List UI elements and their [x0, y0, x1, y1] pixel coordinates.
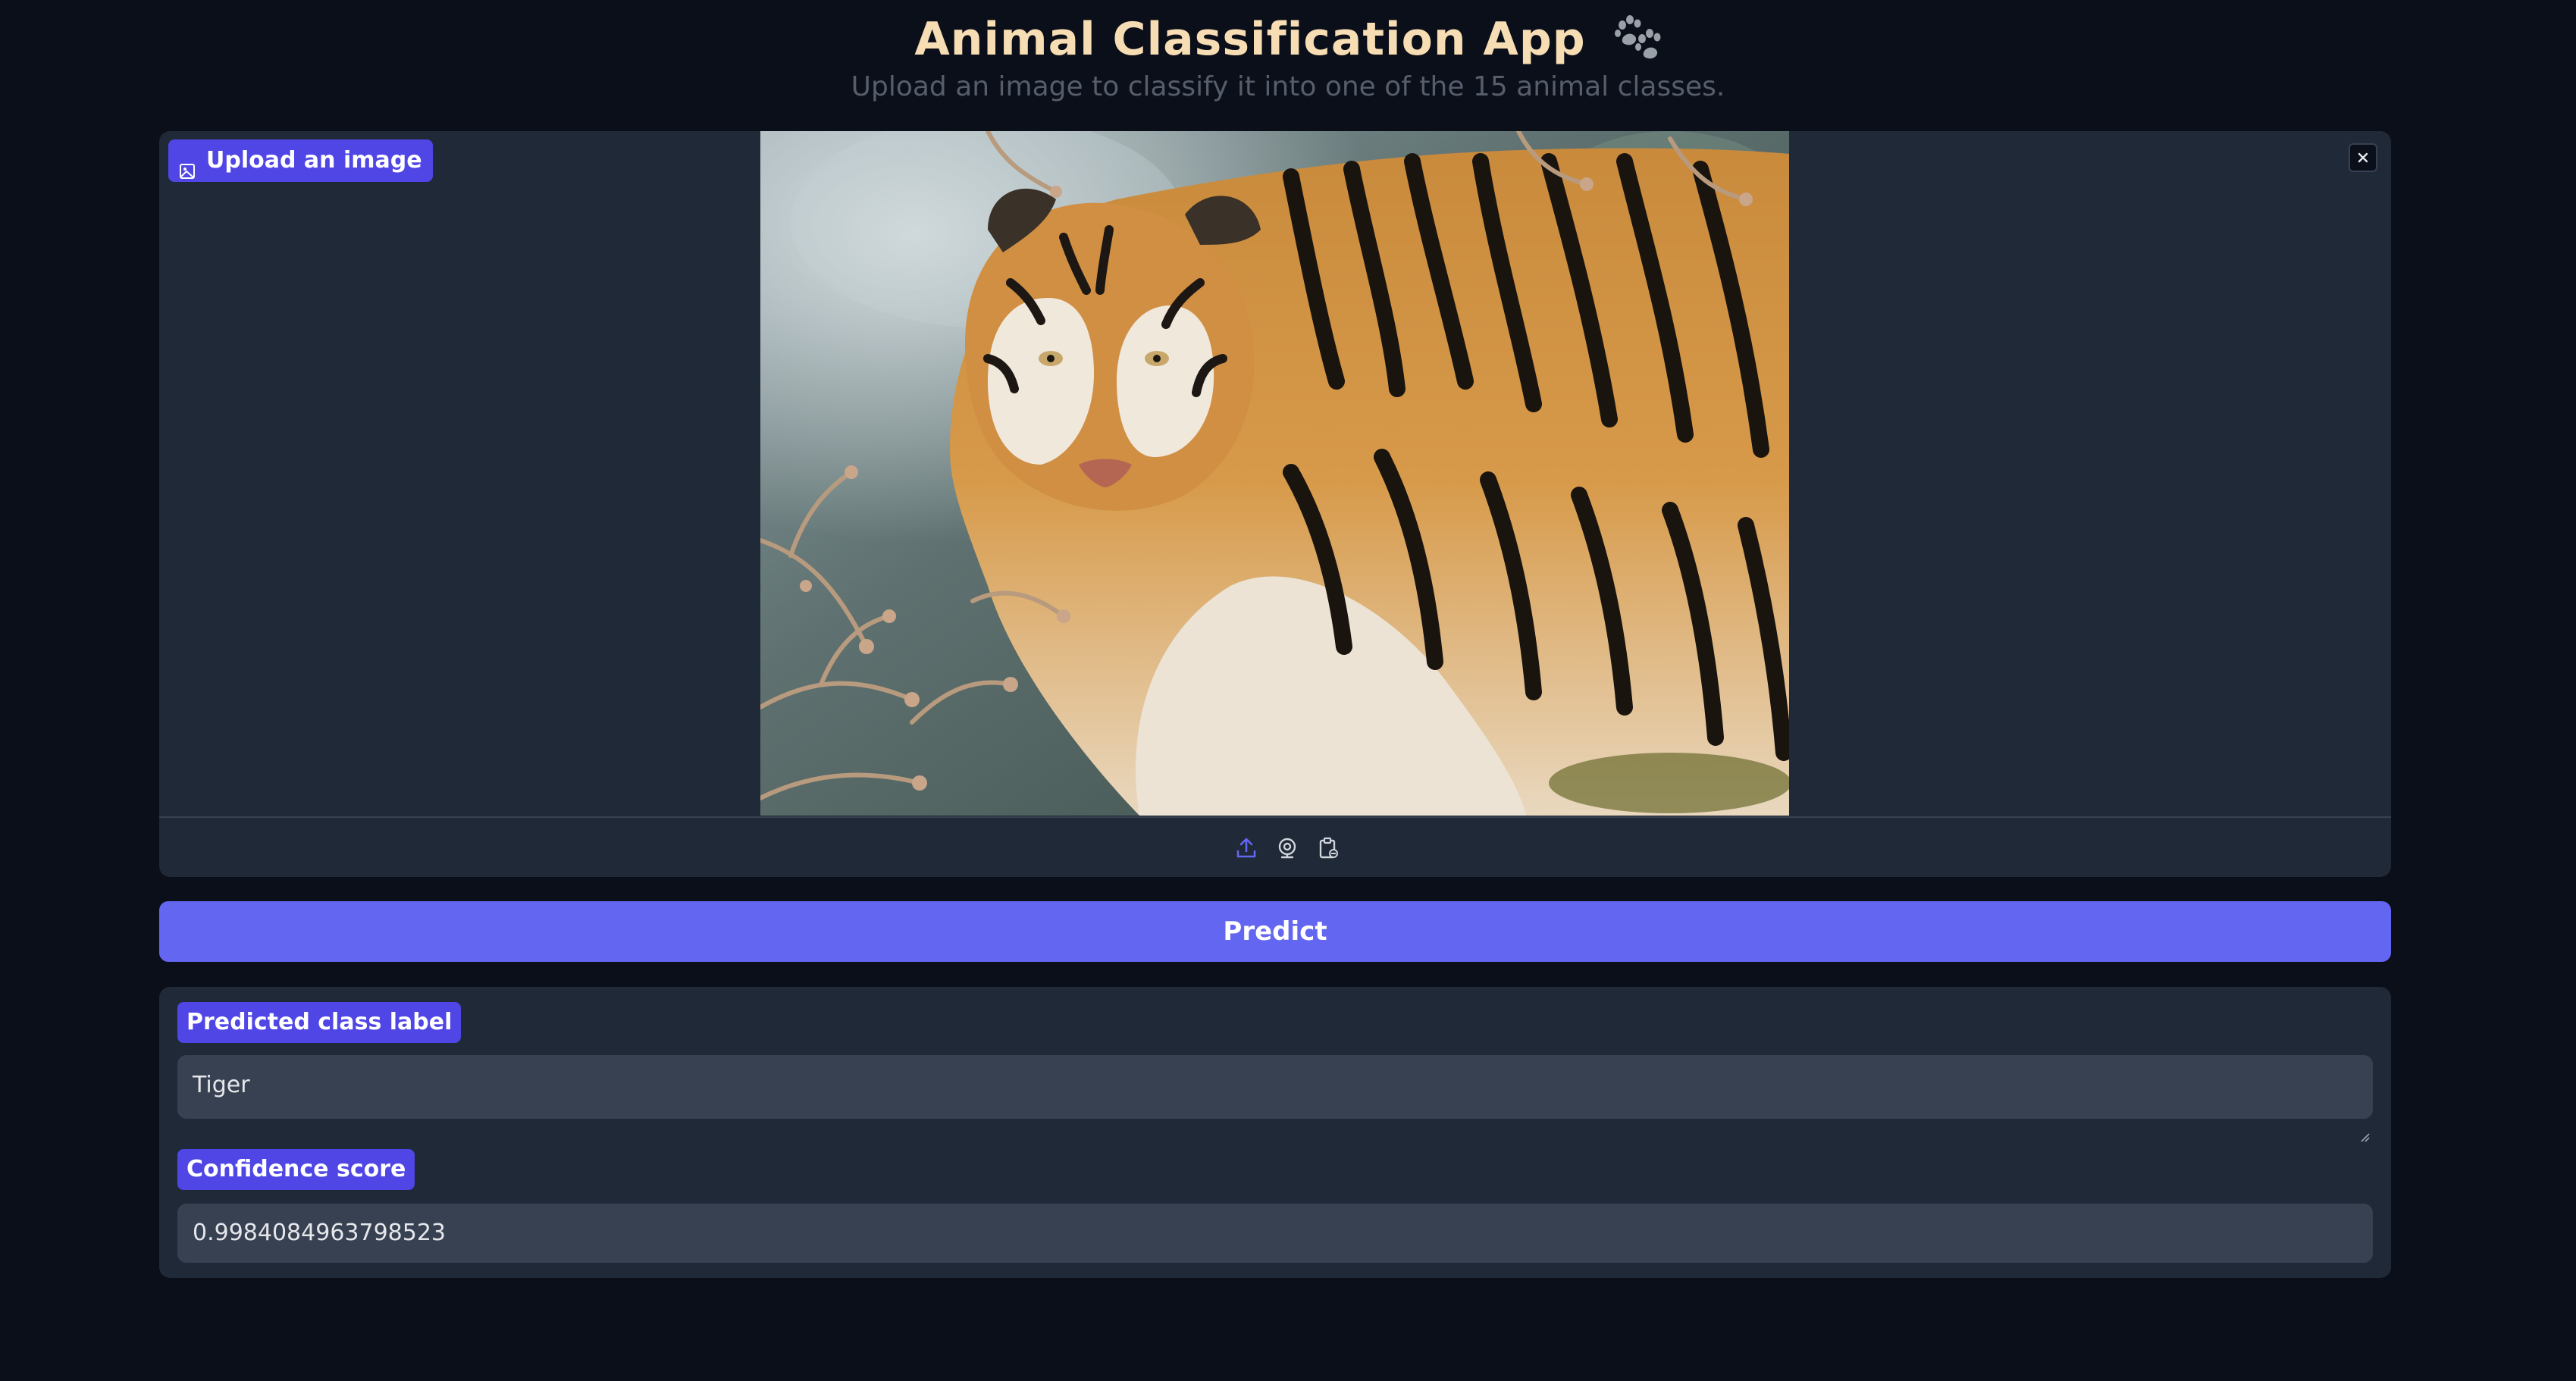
image-upload-block[interactable]: Upload an image	[159, 131, 2391, 877]
predict-button[interactable]: Predict	[159, 901, 2391, 962]
webcam-icon[interactable]	[1275, 836, 1299, 860]
image-icon	[179, 152, 196, 179]
paw-prints-icon	[1613, 14, 1662, 60]
predicted-class-field[interactable]: Tiger	[177, 1055, 2373, 1142]
page-title: Animal Classification App	[0, 9, 2576, 70]
predicted-class-label: Predicted class label	[177, 1002, 462, 1043]
confidence-score-field[interactable]: 0.9984084963798523	[177, 1204, 2373, 1263]
output-panel: Predicted class label Tiger Confidence s…	[159, 987, 2391, 1278]
clipboard-icon[interactable]	[1316, 836, 1340, 860]
confidence-score-value: 0.9984084963798523	[193, 1220, 447, 1246]
image-input-label: Upload an image	[168, 139, 433, 182]
uploaded-image-preview	[760, 131, 1789, 816]
image-source-bar	[159, 816, 2391, 877]
resize-handle-icon[interactable]	[2359, 1105, 2370, 1142]
confidence-score-label: Confidence score	[177, 1149, 415, 1190]
page-title-text: Animal Classification App	[914, 13, 1586, 66]
clear-image-button[interactable]	[2349, 143, 2377, 172]
tiger-image	[760, 131, 1789, 816]
upload-icon[interactable]	[1234, 836, 1258, 860]
predicted-class-value: Tiger	[193, 1072, 250, 1098]
image-input-label-text: Upload an image	[206, 147, 422, 174]
page-subtitle: Upload an image to classify it into one …	[851, 71, 1725, 102]
close-icon	[2358, 152, 2368, 163]
